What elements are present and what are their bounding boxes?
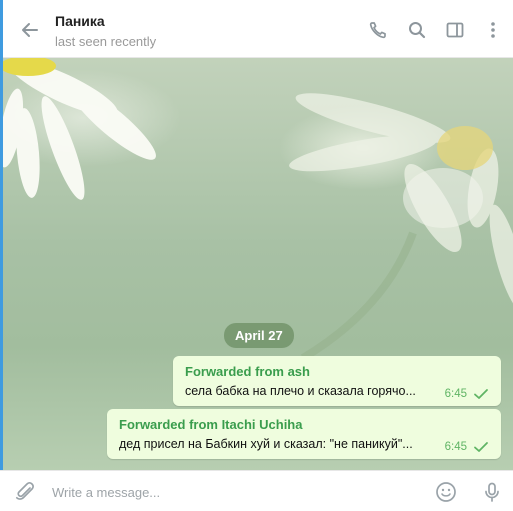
message-time: 6:45 bbox=[444, 441, 467, 453]
arrow-left-icon bbox=[22, 23, 38, 37]
message-bubble[interactable]: Forwarded from ash села бабка на плечо и… bbox=[173, 356, 501, 406]
forwarded-from-label[interactable]: Forwarded from ash bbox=[185, 364, 310, 379]
message-text: села бабка на плечо и сказала горячо... bbox=[185, 384, 416, 398]
search-button[interactable] bbox=[404, 17, 430, 43]
phone-icon bbox=[369, 22, 386, 39]
forwarded-from-label[interactable]: Forwarded from Itachi Uchiha bbox=[119, 417, 302, 432]
date-separator: April 27 bbox=[224, 323, 294, 348]
chat-title[interactable]: Паника bbox=[55, 13, 105, 29]
message-input[interactable] bbox=[52, 479, 412, 505]
paperclip-icon bbox=[15, 482, 34, 500]
attach-button[interactable] bbox=[12, 479, 38, 505]
message-composer bbox=[0, 470, 513, 511]
check-icon bbox=[474, 389, 488, 399]
chat-header: Паника last seen recently bbox=[3, 0, 513, 58]
back-button[interactable] bbox=[17, 17, 43, 43]
more-vertical-icon bbox=[491, 22, 495, 38]
sidebar-toggle-icon bbox=[446, 22, 464, 38]
check-icon bbox=[474, 442, 488, 452]
call-button[interactable] bbox=[365, 17, 391, 43]
info-panel-button[interactable] bbox=[442, 17, 468, 43]
message-text: дед присел на Бабкин хуй и сказал: "не п… bbox=[119, 437, 413, 451]
microphone-icon bbox=[485, 482, 499, 502]
more-button[interactable] bbox=[480, 17, 506, 43]
chat-status: last seen recently bbox=[55, 34, 157, 49]
voice-record-button[interactable] bbox=[479, 479, 505, 505]
emoji-button[interactable] bbox=[433, 479, 459, 505]
emoji-icon bbox=[436, 482, 456, 502]
message-list[interactable]: April 27 Forwarded from ash села бабка н… bbox=[3, 58, 513, 470]
message-bubble[interactable]: Forwarded from Itachi Uchiha дед присел … bbox=[107, 409, 501, 459]
search-icon bbox=[409, 22, 426, 39]
message-time: 6:45 bbox=[444, 388, 467, 400]
